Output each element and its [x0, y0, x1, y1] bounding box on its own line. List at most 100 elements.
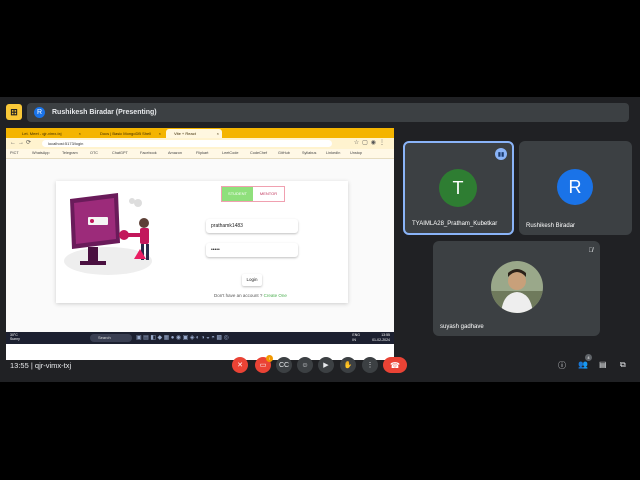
info-icon: ⓘ — [558, 361, 566, 370]
bookmark-item[interactable]: Flipkart — [196, 151, 208, 155]
bookmark-item[interactable]: GitHub — [278, 151, 290, 155]
participant-name: suyash gadhave — [440, 324, 484, 330]
bookmark-item[interactable]: Unstop — [350, 151, 362, 155]
tab-label: Docs | Basic MongoDB Shell — [100, 131, 152, 136]
camera-toggle-button[interactable]: ▭ ! — [255, 355, 273, 373]
address-bar[interactable]: localhost:5173/login — [42, 140, 332, 147]
close-icon[interactable]: × — [79, 129, 81, 138]
browser-toolbar: ←→⟳ localhost:5173/login ☆▢◉⋮ — [6, 138, 394, 149]
nav-buttons-icon[interactable]: ←→⟳ — [10, 139, 33, 146]
activities-button[interactable]: ⧉ — [620, 360, 626, 370]
camera-off-icon: ▭ — [259, 362, 267, 369]
presenting-banner[interactable]: R Rushikesh Biradar (Presenting) — [27, 103, 629, 122]
mic-off-icon: ✕ — [237, 362, 243, 369]
bookmark-item[interactable]: Facebook — [140, 151, 157, 155]
tab-label: Vite + React — [174, 131, 196, 136]
bookmark-item[interactable]: LinkedIn — [326, 151, 340, 155]
login-card: STUDENT MENTOR prathamk1483 ••••• Login … — [56, 181, 348, 303]
people-icon: 👥 — [578, 360, 588, 369]
login-button[interactable]: Login — [242, 274, 262, 286]
reactions-button[interactable]: ☺ — [297, 357, 313, 373]
meeting-time-code: 13:55 | qjr-vimx-txj — [10, 361, 71, 370]
more-options-button[interactable]: ⋮ — [362, 357, 378, 373]
participant-tile-rushikesh[interactable]: R Rushikesh Biradar — [519, 141, 632, 235]
people-button[interactable]: 👥 4 — [578, 354, 592, 369]
tab-label: Let. Meet - qjr-vimx-txj — [22, 131, 62, 136]
emoji-icon: ☺ — [301, 361, 309, 369]
shared-screen: Let. Meet - qjr-vimx-txj × Docs | Basic M… — [6, 128, 394, 360]
username-input[interactable]: prathamk1483 — [206, 219, 298, 233]
bookmark-item[interactable]: Syllabus — [302, 151, 316, 155]
browser-tab-vite[interactable]: Vite + React × — [166, 129, 222, 138]
participant-photo — [491, 261, 543, 313]
meet-stage: ⊞ R Rushikesh Biradar (Presenting) Let. … — [0, 97, 640, 382]
activities-icon: ⧉ — [620, 360, 626, 369]
lang-line2: IN — [352, 337, 356, 342]
create-account-link[interactable]: Create One — [264, 293, 287, 298]
language-indicator[interactable]: ENG IN — [352, 333, 360, 342]
participant-avatar: T — [439, 169, 477, 207]
meeting-time: 13:55 — [10, 361, 29, 370]
present-button[interactable]: ▶ — [318, 357, 334, 373]
chat-button[interactable]: ▤ — [599, 360, 607, 369]
speaking-indicator-icon: ▮▮ — [495, 148, 507, 160]
participant-avatar: R — [557, 169, 593, 205]
meeting-code: qjr-vimx-txj — [34, 361, 72, 370]
alert-badge: ! — [266, 355, 273, 362]
chat-icon: ▤ — [599, 360, 607, 369]
weather-desc: Sunny — [10, 337, 20, 341]
login-illustration — [64, 193, 152, 275]
taskbar-apps-icon[interactable]: ▣▤◧◆▦●◉▣◈◐◑◒◓▩◎ — [136, 334, 230, 341]
bookmark-item[interactable]: CodeChef — [250, 151, 267, 155]
meet-topbar: ⊞ R Rushikesh Biradar (Presenting) — [0, 97, 640, 127]
meet-controls-bar: 13:55 | qjr-vimx-txj ✕ ▭ ! CC ☺ ▶ ✋ ⋮ ☎ … — [0, 353, 640, 382]
captions-button[interactable]: CC — [276, 357, 292, 373]
close-icon[interactable]: × — [217, 129, 219, 138]
participant-name: TYAIMLA28_Pratham_Kubetkar — [412, 221, 498, 227]
presenter-label: Rushikesh Biradar (Presenting) — [52, 109, 157, 116]
browser-tabbar: Let. Meet - qjr-vimx-txj × Docs | Basic M… — [6, 128, 394, 138]
extensions-icon[interactable]: ☆▢◉⋮ — [354, 139, 388, 146]
hand-icon: ✋ — [343, 362, 353, 369]
close-icon[interactable]: × — [159, 129, 161, 138]
mic-off-icon: 🎙̸ — [588, 248, 594, 254]
leave-call-button[interactable]: ☎ — [383, 357, 407, 373]
browser-tab-meet[interactable]: Let. Meet - qjr-vimx-txj × — [14, 129, 84, 138]
bookmark-item[interactable]: PICT — [10, 151, 19, 155]
meet-logo-icon: ⊞ — [6, 104, 22, 120]
role-toggle: STUDENT MENTOR — [221, 186, 285, 202]
bookmark-item[interactable]: OTC — [90, 151, 98, 155]
no-account-text: Don't have an account ? — [214, 293, 263, 298]
raise-hand-button[interactable]: ✋ — [340, 357, 356, 373]
windows-taskbar: 30°C Sunny Search ▣▤◧◆▦●◉▣◈◐◑◒◓▩◎ ENG IN 1… — [6, 332, 394, 344]
bookmark-item[interactable]: LeetCode — [222, 151, 238, 155]
mentor-role-button[interactable]: MENTOR — [253, 187, 284, 201]
more-vert-icon: ⋮ — [366, 362, 374, 369]
participant-name: Rushikesh Biradar — [526, 223, 576, 229]
student-role-button[interactable]: STUDENT — [222, 187, 253, 201]
people-count-badge: 4 — [585, 354, 592, 361]
meeting-info-button[interactable]: ⓘ — [558, 360, 566, 371]
bookmark-item[interactable]: WhatsApp — [32, 151, 50, 155]
login-page: STUDENT MENTOR prathamk1483 ••••• Login … — [6, 159, 394, 332]
participant-tile-suyash[interactable]: 🎙̸ suyash gadhave — [433, 241, 600, 336]
lang-line1: ENG — [352, 333, 360, 337]
participant-tile-pratham[interactable]: ▮▮ T TYAIMLA28_Pratham_Kubetkar — [403, 141, 514, 235]
signup-prompt: Don't have an account ? Create One — [214, 293, 287, 298]
system-clock[interactable]: 13:55 01-02-2024 — [372, 333, 390, 342]
bookmark-item[interactable]: ChatGPT — [112, 151, 128, 155]
phone-end-icon: ☎ — [390, 360, 400, 370]
taskbar-search[interactable]: Search — [90, 334, 132, 342]
captions-icon: CC — [278, 361, 290, 369]
browser-tab-mongodb[interactable]: Docs | Basic MongoDB Shell × — [92, 129, 164, 138]
bookmark-item[interactable]: Amazon — [168, 151, 182, 155]
mic-toggle-button[interactable]: ✕ — [232, 357, 248, 373]
password-input[interactable]: ••••• — [206, 243, 298, 257]
clock-date: 01-02-2024 — [372, 337, 390, 342]
weather-widget[interactable]: 30°C Sunny — [10, 333, 20, 341]
present-icon: ▶ — [323, 362, 329, 369]
meeting-separator: | — [30, 361, 33, 370]
presenter-avatar: R — [34, 107, 45, 118]
bookmarks-bar: PICT WhatsApp Telegram OTC ChatGPT Faceb… — [6, 149, 394, 159]
bookmark-item[interactable]: Telegram — [62, 151, 78, 155]
